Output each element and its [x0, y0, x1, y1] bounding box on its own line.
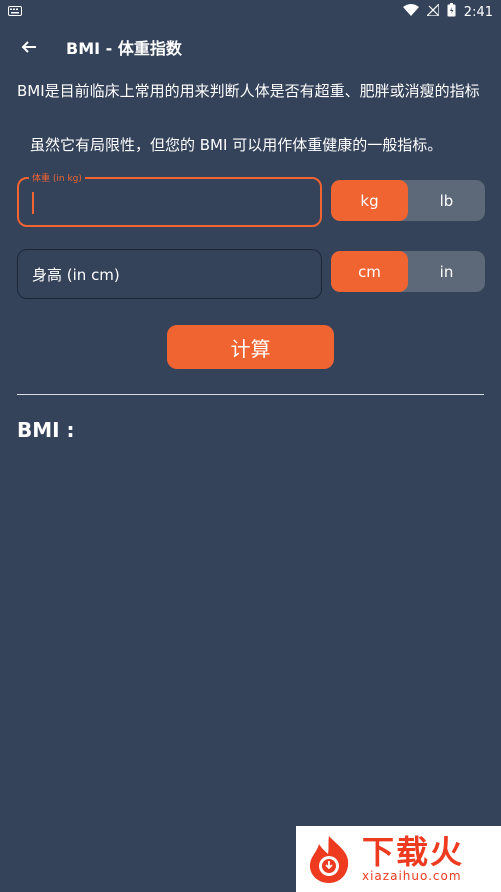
calculate-button[interactable]: 计算 [167, 325, 334, 369]
watermark-site: xiazaihuo.com [362, 869, 462, 883]
status-time: 2:41 [463, 4, 493, 20]
height-placeholder: 身高 (in cm) [32, 266, 120, 284]
arrow-left-icon [21, 41, 36, 53]
bmi-result-label: BMI : [17, 418, 75, 442]
weight-input[interactable]: 体重 (in kg) [17, 171, 322, 227]
height-unit-toggle: cm in [331, 251, 485, 292]
unit-option-cm[interactable]: cm [331, 251, 408, 292]
app-bar: BMI - 体重指数 [0, 24, 501, 70]
battery-icon [447, 3, 456, 21]
flame-logo-icon [309, 836, 349, 883]
keyboard-icon [8, 5, 22, 20]
status-bar: 2:41 [0, 0, 501, 24]
wifi-icon [402, 4, 419, 20]
weight-label: 体重 (in kg) [29, 171, 85, 184]
description-text: BMI是目前临床上常用的用来判断人体是否有超重、肥胖或消瘦的指标 [17, 82, 480, 100]
description-note: 虽然它有局限性，但您的 BMI 可以用作体重健康的一般指标。 [30, 136, 443, 154]
page-title: BMI - 体重指数 [66, 39, 182, 58]
divider [17, 394, 484, 395]
unit-option-kg[interactable]: kg [331, 180, 408, 221]
weight-unit-toggle: kg lb [331, 180, 485, 221]
text-cursor [32, 192, 34, 214]
height-input[interactable]: 身高 (in cm) [17, 249, 322, 299]
unit-option-lb[interactable]: lb [408, 180, 485, 221]
no-signal-icon [425, 2, 440, 20]
watermark-title: 下载火 [362, 833, 465, 871]
back-button[interactable] [0, 39, 58, 55]
unit-option-in[interactable]: in [408, 251, 485, 292]
watermark: 下载火 xiazaihuo.com [296, 826, 501, 892]
